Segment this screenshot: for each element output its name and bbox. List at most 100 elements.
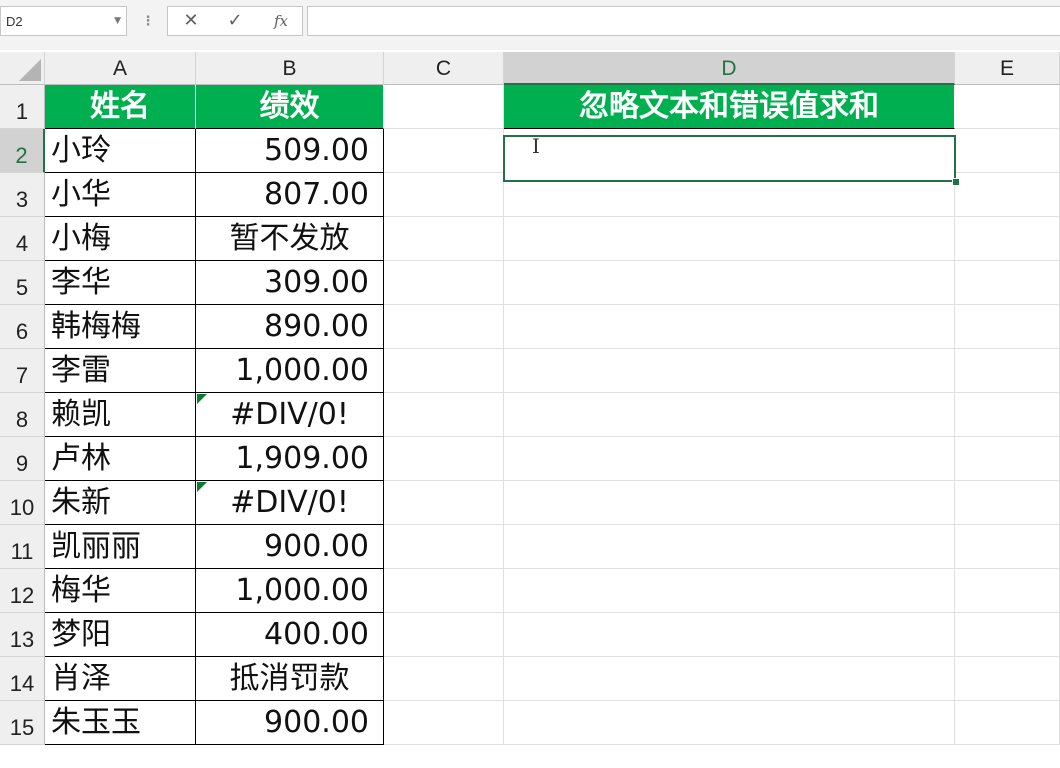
enter-icon[interactable]: ✓ — [220, 7, 250, 35]
empty-cell[interactable] — [504, 349, 955, 393]
empty-cell[interactable] — [384, 525, 504, 569]
row-header-8[interactable]: 8 — [0, 393, 45, 437]
result-header[interactable]: 忽略文本和错误值求和 — [504, 85, 955, 129]
cancel-icon[interactable]: ✕ — [176, 7, 206, 35]
empty-cell[interactable] — [955, 393, 1060, 437]
name-cell[interactable]: 梦阳 — [45, 613, 196, 657]
empty-cell[interactable] — [384, 437, 504, 481]
name-cell[interactable]: 朱玉玉 — [45, 701, 196, 745]
name-cell[interactable]: 李雷 — [45, 349, 196, 393]
empty-cell[interactable] — [955, 613, 1060, 657]
value-cell[interactable]: 509.00 — [196, 129, 384, 173]
value-cell[interactable]: 900.00 — [196, 525, 384, 569]
empty-cell[interactable] — [504, 393, 955, 437]
row-header-10[interactable]: 10 — [0, 481, 45, 525]
name-cell[interactable]: 肖泽 — [45, 657, 196, 701]
empty-cell[interactable] — [955, 261, 1060, 305]
name-cell[interactable]: 小梅 — [45, 217, 196, 261]
fill-handle[interactable] — [952, 178, 960, 186]
empty-cell[interactable] — [384, 481, 504, 525]
row-header-7[interactable]: 7 — [0, 349, 45, 393]
name-cell[interactable]: 韩梅梅 — [45, 305, 196, 349]
empty-cell[interactable] — [384, 613, 504, 657]
empty-cell[interactable] — [955, 701, 1060, 745]
empty-cell[interactable] — [955, 217, 1060, 261]
value-cell[interactable]: 309.00 — [196, 261, 384, 305]
empty-cell[interactable] — [504, 261, 955, 305]
table-header-name[interactable]: 姓名 — [45, 85, 196, 129]
result-cell[interactable] — [504, 129, 955, 173]
name-cell[interactable]: 李华 — [45, 261, 196, 305]
empty-cell[interactable] — [955, 481, 1060, 525]
empty-cell[interactable] — [384, 701, 504, 745]
value-cell[interactable]: 807.00 — [196, 173, 384, 217]
name-cell[interactable]: 赖凯 — [45, 393, 196, 437]
name-cell[interactable]: 小华 — [45, 173, 196, 217]
empty-cell[interactable] — [504, 217, 955, 261]
row-header-2[interactable]: 2 — [0, 129, 45, 173]
empty-cell[interactable] — [955, 129, 1060, 173]
value-cell[interactable]: #DIV/0! — [196, 481, 384, 525]
empty-cell[interactable] — [384, 349, 504, 393]
empty-cell[interactable] — [955, 349, 1060, 393]
column-header-e[interactable]: E — [955, 52, 1060, 85]
empty-cell[interactable] — [955, 525, 1060, 569]
column-header-d[interactable]: D — [504, 52, 955, 85]
insert-function-icon[interactable]: fx — [266, 7, 296, 35]
value-cell[interactable]: 1,000.00 — [196, 569, 384, 613]
row-header-12[interactable]: 12 — [0, 569, 45, 613]
row-header-11[interactable]: 11 — [0, 525, 45, 569]
row-header-1[interactable]: 1 — [0, 85, 45, 129]
empty-cell[interactable] — [384, 657, 504, 701]
empty-cell[interactable] — [955, 173, 1060, 217]
value-cell[interactable]: 1,000.00 — [196, 349, 384, 393]
row-header-9[interactable]: 9 — [0, 437, 45, 481]
value-cell[interactable]: 890.00 — [196, 305, 384, 349]
empty-cell[interactable] — [955, 569, 1060, 613]
formula-input[interactable] — [307, 6, 1060, 36]
empty-cell[interactable] — [504, 613, 955, 657]
row-header-13[interactable]: 13 — [0, 613, 45, 657]
name-cell[interactable]: 朱新 — [45, 481, 196, 525]
drag-handle-icon[interactable]: ⋮ — [141, 12, 155, 32]
empty-cell[interactable] — [384, 85, 504, 129]
column-header-c[interactable]: C — [384, 52, 504, 85]
empty-cell[interactable] — [955, 305, 1060, 349]
empty-cell[interactable] — [504, 569, 955, 613]
row-header-4[interactable]: 4 — [0, 217, 45, 261]
chevron-down-icon[interactable]: ▼ — [114, 16, 121, 26]
table-header-value[interactable]: 绩效 — [196, 85, 384, 129]
empty-cell[interactable] — [955, 85, 1060, 129]
empty-cell[interactable] — [384, 129, 504, 173]
value-cell[interactable]: 暂不发放 — [196, 217, 384, 261]
row-header-5[interactable]: 5 — [0, 261, 45, 305]
row-header-3[interactable]: 3 — [0, 173, 45, 217]
name-cell[interactable]: 卢林 — [45, 437, 196, 481]
empty-cell[interactable] — [384, 217, 504, 261]
value-cell[interactable]: 400.00 — [196, 613, 384, 657]
name-cell[interactable]: 小玲 — [45, 129, 196, 173]
empty-cell[interactable] — [504, 173, 955, 217]
name-cell[interactable]: 凯丽丽 — [45, 525, 196, 569]
value-cell[interactable]: 抵消罚款 — [196, 657, 384, 701]
row-header-6[interactable]: 6 — [0, 305, 45, 349]
empty-cell[interactable] — [504, 701, 955, 745]
row-header-14[interactable]: 14 — [0, 657, 45, 701]
empty-cell[interactable] — [384, 393, 504, 437]
empty-cell[interactable] — [504, 305, 955, 349]
empty-cell[interactable] — [504, 481, 955, 525]
name-cell[interactable]: 梅华 — [45, 569, 196, 613]
column-header-a[interactable]: A — [45, 52, 196, 85]
empty-cell[interactable] — [955, 437, 1060, 481]
empty-cell[interactable] — [504, 657, 955, 701]
empty-cell[interactable] — [504, 437, 955, 481]
empty-cell[interactable] — [955, 657, 1060, 701]
empty-cell[interactable] — [384, 305, 504, 349]
select-all-button[interactable] — [0, 52, 45, 85]
column-header-b[interactable]: B — [196, 52, 384, 85]
empty-cell[interactable] — [384, 173, 504, 217]
row-header-15[interactable]: 15 — [0, 701, 45, 745]
empty-cell[interactable] — [384, 569, 504, 613]
name-box[interactable]: D2 ▼ — [0, 6, 127, 36]
value-cell[interactable]: #DIV/0! — [196, 393, 384, 437]
